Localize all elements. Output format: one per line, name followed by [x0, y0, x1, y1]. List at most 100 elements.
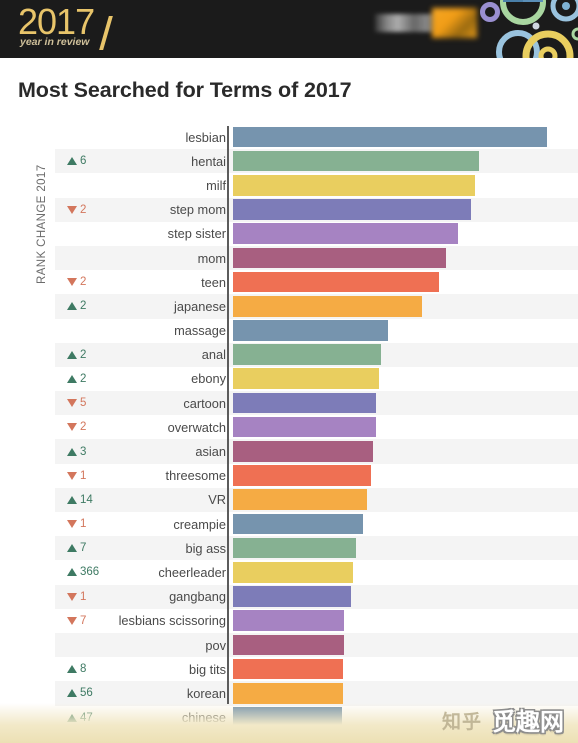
bar[interactable]: [233, 682, 343, 704]
table-row[interactable]: step sister: [55, 222, 578, 246]
rank-change-cell: 2: [55, 373, 117, 385]
table-row[interactable]: 8 big tits: [55, 657, 578, 681]
arrow-up-icon: [67, 350, 77, 359]
table-row[interactable]: 2 japanese: [55, 294, 578, 319]
search-term-label: threesome: [165, 468, 226, 484]
bar[interactable]: [233, 223, 459, 244]
bar[interactable]: [233, 368, 379, 390]
arrow-down-icon: [67, 616, 77, 625]
bar[interactable]: [233, 658, 343, 680]
arrow-up-icon: [67, 157, 77, 166]
rank-change-value: 14: [80, 493, 93, 506]
table-row[interactable]: massage: [55, 319, 578, 343]
rank-change-cell: 366: [55, 566, 117, 578]
bar[interactable]: [233, 295, 423, 317]
search-term-label: step sister: [167, 226, 226, 242]
rank-change-value: 3: [80, 445, 87, 458]
table-row[interactable]: 2 anal: [55, 342, 578, 367]
bar[interactable]: [233, 513, 363, 535]
rank-change-cell: 5: [55, 397, 117, 409]
bar-cell: [233, 560, 578, 584]
arrow-up-icon: [67, 447, 77, 456]
arrow-up-icon: [67, 665, 77, 674]
bar[interactable]: [233, 392, 376, 414]
search-term-label: cartoon: [183, 395, 226, 411]
bar[interactable]: [233, 441, 373, 462]
rank-change-cell: 2: [55, 276, 117, 288]
arrow-up-icon: [67, 544, 77, 553]
bar[interactable]: [233, 610, 344, 631]
bar-cell: [233, 125, 578, 149]
rank-change-value: 2: [80, 276, 87, 289]
bar-cell: [233, 198, 578, 222]
rank-change-value: 1: [80, 590, 87, 603]
table-row[interactable]: 56 korean: [55, 681, 578, 706]
rank-change-cell: 1: [55, 470, 117, 482]
rank-change-cell: 56: [55, 687, 117, 699]
arrow-up-icon: [67, 302, 77, 311]
arrow-down-icon: [67, 471, 77, 480]
blurred-brand-badge: [432, 8, 477, 38]
rank-change-cell: 14: [55, 494, 117, 506]
table-row[interactable]: pov: [55, 632, 578, 658]
logo-slash-decoration: [99, 16, 113, 50]
bar-cell: [233, 222, 578, 246]
bar[interactable]: [233, 199, 472, 220]
bar-cell: [233, 657, 578, 681]
table-row[interactable]: 2 ebony: [55, 367, 578, 391]
search-term-label: gangbang: [169, 589, 226, 605]
table-row[interactable]: 1 gangbang: [55, 584, 578, 609]
table-row[interactable]: 6 hentai: [55, 149, 578, 174]
search-term-label: massage: [174, 323, 226, 339]
bar-cell: [233, 488, 578, 512]
bar[interactable]: [233, 561, 353, 583]
year-in-review-logo: 2017 year in review: [18, 3, 138, 55]
bar-cell: [233, 343, 578, 367]
bar[interactable]: [233, 537, 356, 559]
table-row[interactable]: 14 VR: [55, 487, 578, 512]
bar[interactable]: [233, 247, 446, 269]
search-term-label: anal: [201, 347, 226, 363]
rank-change-cell: 1: [55, 518, 117, 530]
table-row[interactable]: mom: [55, 245, 578, 271]
rank-change-value: 2: [80, 300, 87, 313]
bar[interactable]: [233, 320, 389, 341]
bar-chart: RANK CHANGE 2017 lesbian 6 hentai milf 2 step…: [0, 125, 578, 728]
bar[interactable]: [233, 489, 367, 510]
table-row[interactable]: 366 cheerleader: [55, 560, 578, 584]
bar[interactable]: [233, 126, 547, 148]
bar-cell: [233, 512, 578, 536]
table-row[interactable]: 7 big ass: [55, 536, 578, 561]
table-row[interactable]: 7 lesbians scissoring: [55, 609, 578, 633]
bar-cell: [233, 270, 578, 294]
rank-change-cell: 7: [55, 542, 117, 554]
bar-cell: [233, 415, 578, 439]
arrow-down-icon: [67, 278, 77, 287]
bar[interactable]: [233, 150, 480, 172]
table-row[interactable]: 2 teen: [55, 270, 578, 294]
rank-change-cell: 3: [55, 446, 117, 458]
table-row[interactable]: 3 asian: [55, 439, 578, 464]
bar[interactable]: [233, 634, 344, 656]
rank-change-value: 2: [80, 203, 87, 216]
bar[interactable]: [233, 465, 371, 486]
search-term-label: overwatch: [167, 419, 226, 435]
bar[interactable]: [233, 271, 439, 293]
table-row[interactable]: 5 cartoon: [55, 391, 578, 416]
bar[interactable]: [233, 586, 351, 607]
search-term-label: creampie: [173, 516, 226, 532]
bar-cell: [233, 464, 578, 488]
table-row[interactable]: 2 overwatch: [55, 415, 578, 439]
table-row[interactable]: 1 creampie: [55, 512, 578, 536]
bar[interactable]: [233, 416, 376, 438]
bar[interactable]: [233, 174, 476, 196]
table-row[interactable]: lesbian: [55, 125, 578, 149]
search-term-label: cheerleader: [158, 564, 226, 580]
table-row[interactable]: 2 step mom: [55, 197, 578, 222]
table-row[interactable]: milf: [55, 173, 578, 197]
arrow-up-icon: [67, 689, 77, 698]
rank-change-value: 2: [80, 348, 87, 361]
bar[interactable]: [233, 344, 381, 365]
table-row[interactable]: 1 threesome: [55, 464, 578, 488]
blurred-brand-wordmark: [375, 14, 440, 32]
